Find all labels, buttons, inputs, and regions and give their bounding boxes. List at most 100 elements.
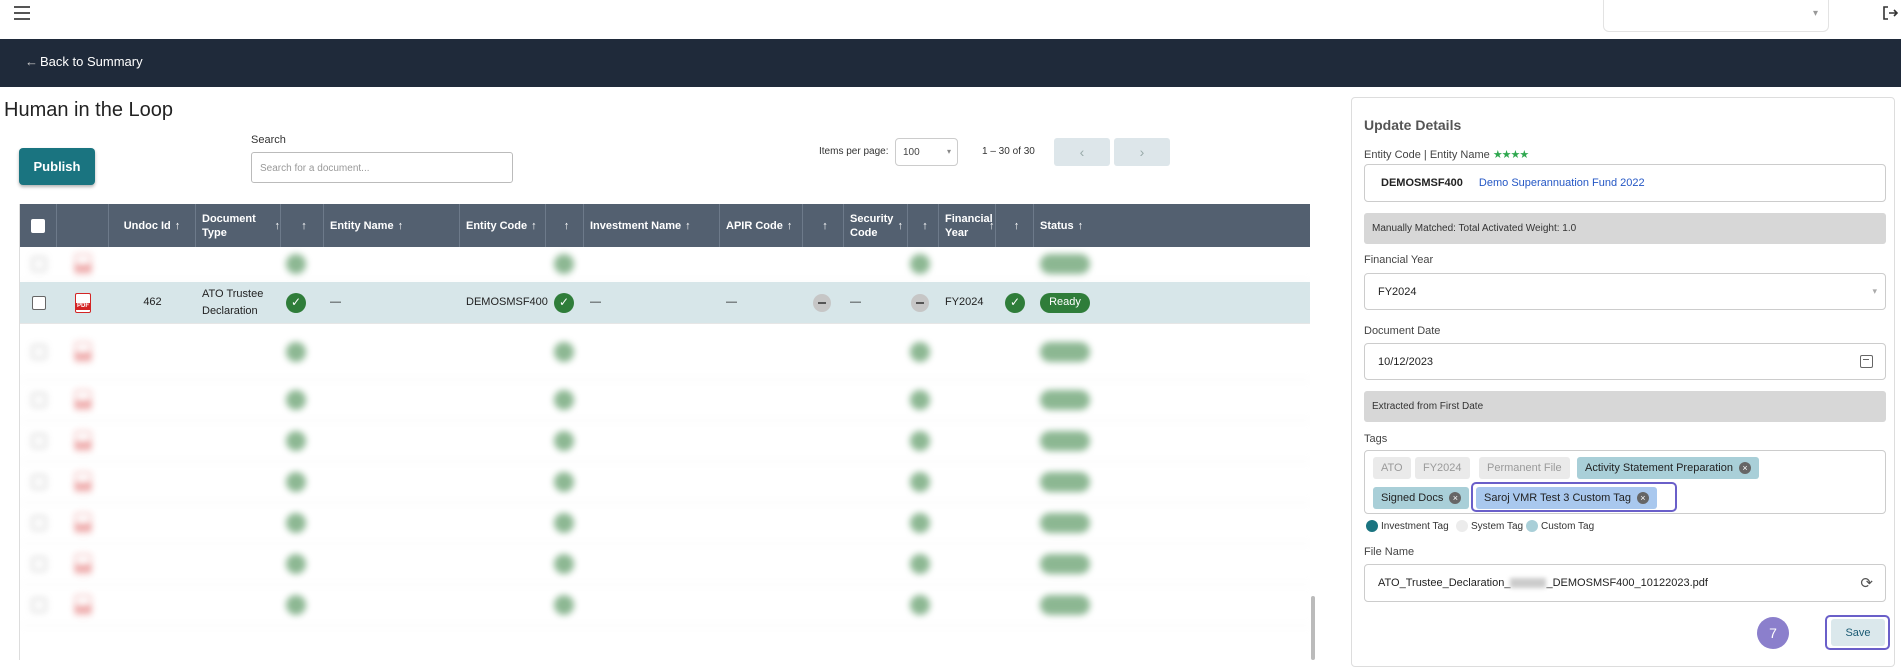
tag-investment: Signed Docs ×: [1373, 487, 1470, 509]
document-date-label: Document Date: [1364, 325, 1441, 337]
sort-arrow-icon: ↑: [1077, 219, 1084, 232]
items-per-page-value: 100: [903, 147, 920, 158]
document-date-input[interactable]: 10/12/2023: [1364, 343, 1886, 380]
pdf-icon: [75, 544, 91, 584]
publish-button[interactable]: Publish: [19, 148, 95, 185]
table-row[interactable]: [20, 503, 1310, 544]
header-security-code[interactable]: Security Code ↑: [844, 204, 908, 247]
check-circle-icon: [286, 503, 306, 543]
pdf-icon[interactable]: [75, 282, 91, 323]
sort-arrow-icon: ↑: [786, 219, 793, 232]
check-circle-icon: [554, 585, 574, 625]
rating-stars-icon: ★★★★: [1492, 149, 1529, 161]
row-checkbox[interactable]: [32, 324, 46, 379]
entity-name-link[interactable]: Demo Superannuation Fund 2022: [1479, 177, 1645, 189]
remove-tag-icon[interactable]: ×: [1449, 492, 1462, 504]
header-entity-status[interactable]: ↑: [546, 204, 584, 247]
legend-label: Investment Tag: [1381, 520, 1449, 532]
header-label: APIR Code: [726, 219, 783, 232]
logout-icon[interactable]: [1881, 4, 1899, 22]
search-label: Search: [251, 134, 286, 146]
investment-dot-icon: [1366, 520, 1378, 532]
remove-tag-icon[interactable]: ×: [1738, 462, 1751, 474]
table-row[interactable]: [20, 462, 1310, 503]
match-note: Manually Matched: Total Activated Weight…: [1364, 213, 1886, 244]
table-scrollbar[interactable]: [1311, 596, 1315, 660]
header-doc-type-status[interactable]: ↑: [281, 204, 324, 247]
top-dropdown[interactable]: ▾: [1603, 0, 1829, 32]
header-fy-status[interactable]: ↑: [996, 204, 1034, 247]
table-row[interactable]: [20, 544, 1310, 585]
sort-arrow-icon: ↑: [274, 219, 281, 232]
header-status[interactable]: Status ↑: [1034, 204, 1100, 247]
hamburger-icon[interactable]: [14, 6, 30, 20]
sort-arrow-icon: ↑: [989, 219, 995, 232]
header-financial-year[interactable]: Financial Year ↑: [939, 204, 996, 247]
sort-arrow-icon: ↑: [685, 219, 691, 232]
calendar-icon[interactable]: [1860, 355, 1873, 368]
check-circle-icon: [554, 247, 574, 281]
table-row[interactable]: [20, 585, 1310, 626]
header-label: Entity Code: [466, 219, 528, 232]
tags-label: Tags: [1364, 433, 1388, 445]
next-page-button[interactable]: ›: [1114, 138, 1170, 166]
status-badge: [1040, 324, 1090, 379]
minus-circle-icon: [813, 282, 831, 323]
table-row[interactable]: [20, 380, 1310, 421]
step-badge: 7: [1757, 617, 1789, 649]
check-circle-icon: [910, 324, 930, 379]
entity-selector[interactable]: DEMOSMSF400 Demo Superannuation Fund 202…: [1364, 164, 1886, 202]
search-input[interactable]: Search for a document...: [251, 152, 513, 183]
row-checkbox[interactable]: [32, 503, 46, 543]
check-circle-icon: [554, 544, 574, 584]
header-label: Security Code: [850, 212, 894, 239]
check-circle-icon: [910, 421, 930, 461]
pdf-icon: [75, 247, 91, 281]
pagination-range: 1 – 30 of 30: [982, 146, 1035, 157]
table-row[interactable]: [20, 324, 1310, 380]
file-name-label: File Name: [1364, 546, 1415, 558]
items-per-page-select[interactable]: 100 ▾: [895, 138, 958, 166]
sort-arrow-icon: ↑: [174, 219, 181, 232]
pdf-icon: [75, 585, 91, 625]
page-title: Human in the Loop: [4, 99, 174, 121]
header-apir-code[interactable]: APIR Code ↑: [720, 204, 803, 247]
back-to-summary-link[interactable]: ← Back to Summary: [25, 54, 143, 69]
chevron-down-icon: ▾: [946, 147, 951, 156]
row-checkbox[interactable]: [32, 282, 46, 323]
row-checkbox[interactable]: [32, 462, 46, 502]
sort-arrow-icon: ↑: [531, 219, 537, 232]
row-checkbox[interactable]: [32, 544, 46, 584]
save-button[interactable]: Save: [1831, 619, 1885, 646]
header-entity-code[interactable]: Entity Code ↑: [460, 204, 546, 247]
file-name-input[interactable]: ATO_Trustee_Declaration_ _DEMOSMSF400_10…: [1364, 564, 1886, 602]
check-circle-icon: [910, 247, 930, 281]
header-undoc-id[interactable]: Undoc Id ↑: [109, 204, 196, 247]
header-document-type[interactable]: Document Type ↑: [196, 204, 281, 247]
table-row-selected[interactable]: 462 ATO Trustee Declaration ✓ — DEMOSMSF…: [20, 282, 1310, 324]
chevron-down-icon: ▾: [1812, 8, 1818, 19]
header-entity-name[interactable]: Entity Name ↑: [324, 204, 460, 247]
header-investment-name[interactable]: Investment Name ↑: [584, 204, 720, 247]
header-apir-status[interactable]: ↑: [803, 204, 844, 247]
cell-investment-name: —: [590, 296, 601, 308]
top-bar: ▾: [0, 0, 1901, 39]
check-circle-icon: [286, 462, 306, 502]
table-row[interactable]: [20, 247, 1310, 282]
table-row[interactable]: [20, 421, 1310, 462]
refresh-icon[interactable]: ⟳: [1860, 574, 1873, 592]
select-all-checkbox[interactable]: [31, 218, 45, 233]
file-name-suffix: _DEMOSMSF400_10122023.pdf: [1546, 577, 1708, 589]
row-checkbox[interactable]: [32, 380, 46, 420]
cell-financial-year: FY2024: [945, 296, 984, 308]
check-circle-icon: [554, 503, 574, 543]
header-security-status[interactable]: ↑: [908, 204, 939, 247]
row-checkbox[interactable]: [32, 247, 46, 281]
custom-tag-highlight: [1471, 482, 1677, 512]
chevron-left-icon: ‹: [1079, 144, 1085, 160]
financial-year-select[interactable]: FY2024 ▾: [1364, 273, 1886, 310]
row-checkbox[interactable]: [32, 421, 46, 461]
prev-page-button[interactable]: ‹: [1054, 138, 1110, 166]
row-checkbox[interactable]: [32, 585, 46, 625]
pdf-icon: [75, 324, 91, 379]
